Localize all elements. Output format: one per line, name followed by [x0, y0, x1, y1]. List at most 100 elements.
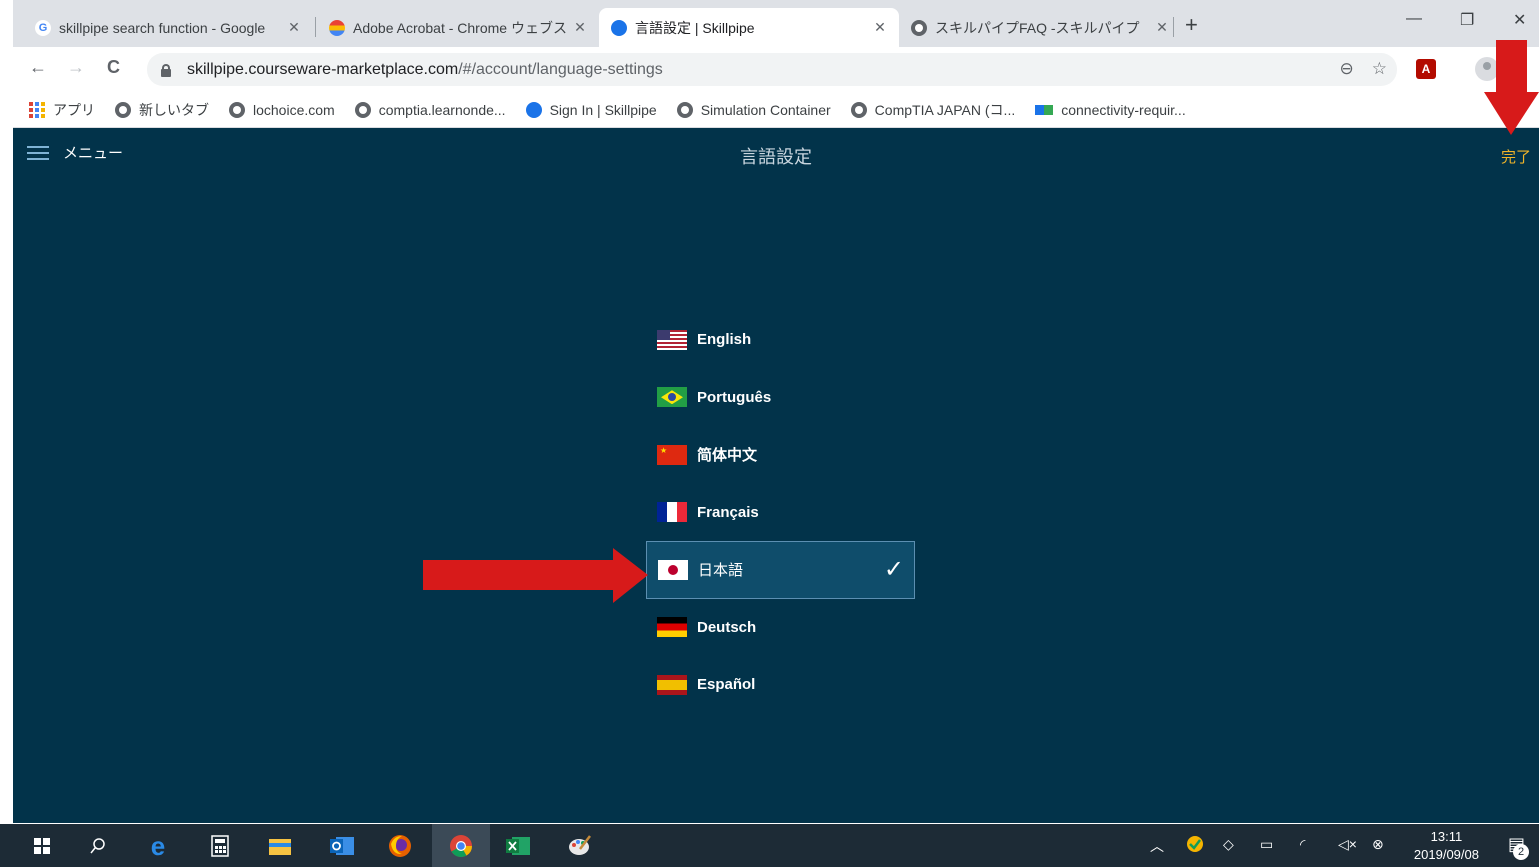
tab-google-search[interactable]: G skillpipe search function - Google ✕ [23, 8, 313, 47]
tab-strip: G skillpipe search function - Google ✕ A… [13, 0, 1539, 47]
volume-muted-icon[interactable]: ◁× [1338, 836, 1357, 853]
tab-title: skillpipe search function - Google [59, 19, 266, 36]
url-host: skillpipe.courseware-marketplace.com [187, 60, 459, 78]
forward-button[interactable]: → [67, 57, 85, 78]
bookmark-lochoice[interactable]: lochoice.com [229, 101, 335, 118]
done-button[interactable]: 完了 [1501, 146, 1531, 167]
globe-icon [676, 101, 693, 118]
skillpipe-icon [611, 19, 627, 36]
error-icon[interactable]: ⊗ [1372, 836, 1384, 853]
outlook-icon[interactable] [326, 830, 358, 862]
calculator-icon[interactable] [204, 830, 236, 862]
bookmark-comptia-japan[interactable]: CompTIA JAPAN (コ... [850, 100, 1016, 120]
language-label: 简体中文 [697, 447, 758, 465]
brazil-flag-icon [657, 387, 687, 408]
tab-adobe-acrobat[interactable]: Adobe Acrobat - Chrome ウェブスト ✕ [317, 8, 599, 47]
back-button[interactable]: ← [29, 57, 47, 78]
firefox-icon[interactable] [384, 830, 416, 862]
windows-taskbar: e ︿ ◇ ▭ ◜ ◁× ⊗ 13:11 2019/09/08 2 [0, 824, 1539, 867]
tab-title: Adobe Acrobat - Chrome ウェブスト [353, 19, 571, 36]
tab-separator [1173, 17, 1174, 37]
reload-button[interactable]: C [107, 57, 120, 78]
bookmark-label: comptia.learnonde... [378, 101, 506, 118]
lock-icon[interactable] [159, 63, 173, 77]
bookmark-comptia-learnondemand[interactable]: comptia.learnonde... [354, 101, 506, 118]
bookmark-label: Sign In | Skillpipe [549, 101, 657, 118]
tab-close-icon[interactable]: ✕ [1153, 19, 1171, 36]
security-icon[interactable] [1186, 835, 1204, 856]
wifi-icon[interactable]: ◜ [1300, 836, 1305, 853]
language-label: Français [697, 503, 759, 521]
us-flag-icon [657, 329, 687, 350]
bookmark-label: connectivity-requir... [1061, 101, 1186, 118]
globe-icon [229, 101, 245, 118]
file-explorer-icon[interactable] [264, 830, 296, 862]
google-g-icon: G [35, 19, 51, 36]
app-header: メニュー 言語設定 完了 [13, 128, 1539, 180]
tab-close-icon[interactable]: ✕ [871, 19, 889, 36]
checkmark-icon: ✓ [883, 556, 904, 583]
language-label: Español [697, 676, 756, 694]
blue-tiles-icon [1035, 104, 1054, 115]
browser-toolbar: ← → C skillpipe.courseware-marketplace.c… [13, 47, 1539, 92]
language-list: English Português ★ 简体中文 Français 日本語 ✓ … [646, 311, 915, 714]
minimize-button[interactable]: — [1406, 10, 1422, 28]
tab-close-icon[interactable]: ✕ [285, 19, 303, 36]
language-label: 日本語 [698, 562, 744, 580]
restore-button[interactable]: ❐ [1460, 10, 1474, 30]
apps-grid-icon [29, 101, 45, 118]
close-window-button[interactable]: ✕ [1513, 10, 1526, 30]
address-bar[interactable]: skillpipe.courseware-marketplace.com /#/… [147, 53, 1397, 86]
windows-start-icon[interactable] [26, 830, 58, 862]
clock-date: 2019/09/08 [1413, 847, 1479, 862]
dropbox-icon[interactable]: ◇ [1223, 836, 1234, 853]
language-label: Deutsch [697, 618, 757, 636]
globe-icon [911, 19, 927, 36]
chevron-up-icon[interactable]: ︿ [1150, 836, 1164, 856]
annotation-arrow-down-icon [1484, 40, 1539, 135]
bookmarks-bar: アプリ 新しいタブ lochoice.com comptia.learnonde… [13, 92, 1539, 128]
tab-title: 言語設定 | Skillpipe [635, 19, 755, 36]
bookmark-new-tab[interactable]: 新しいタブ [115, 100, 209, 120]
bookmark-connectivity-requirements[interactable]: connectivity-requir... [1035, 102, 1186, 118]
bookmark-label: lochoice.com [253, 101, 335, 118]
bookmark-simulation-container[interactable]: Simulation Container [676, 101, 831, 118]
excel-icon[interactable] [502, 830, 534, 862]
language-label: Português [697, 388, 772, 406]
language-option-simplified-chinese[interactable]: ★ 简体中文 [646, 426, 915, 484]
language-option-french[interactable]: Français [646, 484, 915, 542]
search-icon[interactable] [82, 830, 114, 862]
language-option-portuguese[interactable]: Português [646, 369, 915, 427]
url-path: /#/account/language-settings [458, 60, 663, 78]
page-title: 言語設定 [740, 147, 812, 167]
battery-icon[interactable]: ▭ [1260, 836, 1273, 853]
new-tab-button[interactable]: + [1185, 12, 1198, 38]
clock-time: 13:11 [1430, 829, 1463, 844]
internet-explorer-icon[interactable]: e [142, 830, 174, 862]
globe-icon [115, 101, 131, 118]
globe-icon [354, 101, 371, 118]
chrome-icon[interactable] [432, 824, 490, 867]
france-flag-icon [657, 502, 687, 523]
language-option-spanish[interactable]: Español [646, 656, 915, 714]
skillpipe-icon [525, 101, 542, 118]
language-option-japanese[interactable]: 日本語 ✓ [646, 541, 915, 599]
bookmark-apps[interactable]: アプリ [29, 100, 95, 120]
spain-flag-icon [657, 674, 687, 695]
language-option-german[interactable]: Deutsch [646, 599, 915, 657]
tab-language-settings[interactable]: 言語設定 | Skillpipe ✕ [599, 8, 899, 47]
tab-close-icon[interactable]: ✕ [571, 19, 589, 36]
zoom-icon[interactable]: ⊖ [1340, 59, 1354, 79]
notification-count-badge: 2 [1513, 844, 1529, 860]
tab-skillpipe-faq[interactable]: スキルパイプFAQ -スキルパイプ ✕ [899, 8, 1181, 47]
paint-icon[interactable] [564, 830, 596, 862]
acrobat-extension-icon[interactable]: A [1416, 59, 1436, 79]
browser-chrome: G skillpipe search function - Google ✕ A… [13, 0, 1539, 128]
system-clock[interactable]: 13:11 2019/09/08 [1414, 828, 1479, 864]
bookmark-star-icon[interactable]: ☆ [1372, 59, 1387, 79]
bookmark-label: CompTIA JAPAN (コ... [874, 101, 1016, 118]
bookmark-label: アプリ [53, 101, 95, 118]
language-option-english[interactable]: English [646, 311, 915, 369]
bookmark-skillpipe-sign-in[interactable]: Sign In | Skillpipe [525, 101, 657, 118]
china-flag-icon: ★ [657, 444, 687, 465]
